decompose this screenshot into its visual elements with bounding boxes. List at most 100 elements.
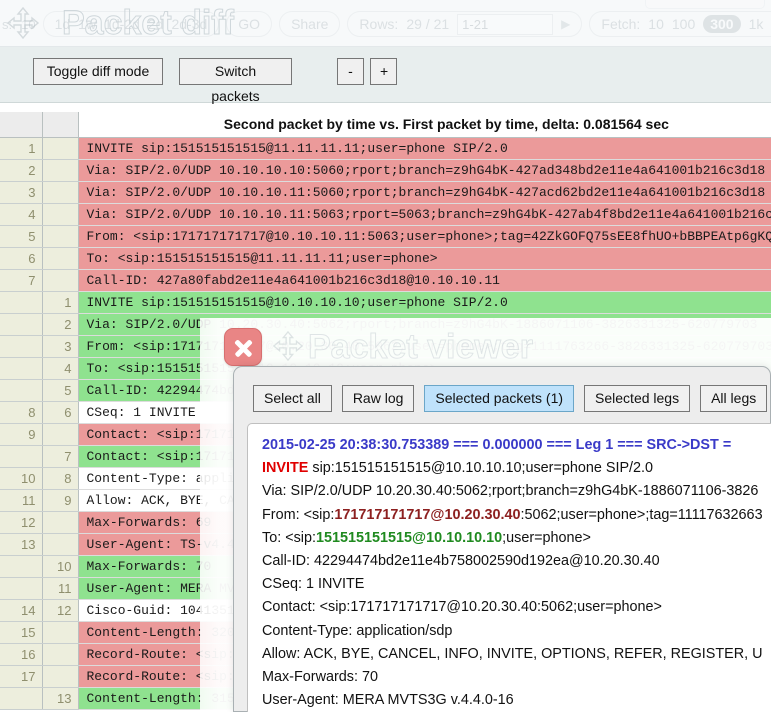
viewer-move-icon[interactable] (272, 330, 304, 362)
header-gutter-left (0, 112, 42, 137)
range-option-1d-2d[interactable]: 1d-2d (104, 16, 140, 32)
from-host: 10.20.30.40 (444, 507, 520, 523)
packet-to-header: To: <sip:151515151515@10.10.10.10;user=p… (262, 527, 771, 550)
row-number-right: 12 (42, 599, 78, 621)
rows-next-icon[interactable]: ▶ (561, 17, 570, 31)
header-gutter-right (42, 112, 78, 137)
from-at: @ (430, 507, 444, 523)
row-number-left: 4 (0, 203, 42, 225)
table-row[interactable]: 3From: <sip:171717171717@10.20.30.40:506… (0, 335, 771, 357)
row-number-right (42, 137, 78, 159)
from-rest: :5062;user=phone>;tag=11117632663 (521, 507, 763, 523)
rows-control[interactable]: Rows: 29 / 21 1-21 ▶ (347, 11, 582, 37)
table-row[interactable]: 5 From: <sip:171717171717@10.10.10.11:506… (0, 225, 771, 247)
row-number-left (0, 335, 42, 357)
table-row[interactable]: 6 To: <sip:151515151515@11.11.11.11;user=… (0, 247, 771, 269)
row-number-right: 8 (42, 467, 78, 489)
range-option-2d[interactable]: 2d (148, 16, 164, 32)
zoom-out-button[interactable]: - (337, 58, 364, 85)
table-row[interactable]: 2 Via: SIP/2.0/UDP 10.10.10.10:5060;rport… (0, 159, 771, 181)
range-option-1w[interactable]: 1w (78, 16, 96, 32)
row-number-left: 5 (0, 225, 42, 247)
row-number-right (42, 511, 78, 533)
range-option-1d[interactable]: 1d (55, 16, 71, 32)
table-row[interactable]: 3Via: SIP/2.0/UDP 10.10.10.11:5060;rport… (0, 181, 771, 203)
diff-line-del[interactable]: Via: SIP/2.0/UDP 10.10.10.10:5060;rport;… (78, 159, 771, 181)
row-number-left: 1 (0, 137, 42, 159)
move-icon[interactable] (6, 6, 40, 40)
close-icon[interactable] (224, 328, 262, 366)
from-prefix: From: <sip: (262, 507, 334, 523)
to-prefix: To: <sip: (262, 530, 316, 546)
row-number-left (0, 577, 42, 599)
row-number-left: 11 (0, 489, 42, 511)
row-number-left (0, 445, 42, 467)
viewer-tab-all-legs[interactable]: All legs (700, 385, 767, 412)
viewer-tab-selected-packets-1[interactable]: Selected packets (1) (424, 385, 574, 412)
diff-line-del[interactable]: Via: SIP/2.0/UDP 10.10.10.11:5060;rport;… (78, 181, 771, 203)
row-number-right: 9 (42, 489, 78, 511)
go-button-label: GO (238, 16, 260, 32)
row-number-left: 16 (0, 643, 42, 665)
fetch-option-10[interactable]: 10 (648, 16, 664, 32)
row-number-right (42, 159, 78, 181)
row-number-left: 8 (0, 401, 42, 423)
rows-range-input[interactable]: 1-21 (457, 14, 553, 35)
rows-value: 29 / 21 (406, 16, 449, 32)
diff-line-del[interactable]: Call-ID: 427a80fabd2e11e4a641001b216c3d1… (78, 269, 771, 291)
viewer-tab-select-all[interactable]: Select all (253, 385, 332, 412)
table-row[interactable]: 1 INVITE sip:151515151515@11.11.11.11;use… (0, 137, 771, 159)
packet-contact-header: Contact: <sip:171717171717@10.20.30.40:5… (262, 596, 771, 619)
row-number-right (42, 225, 78, 247)
row-number-left: 2 (0, 159, 42, 181)
range-selector[interactable]: 1d 1w 1d-2d 2d 2d-3d (43, 11, 220, 37)
row-number-left: 6 (0, 247, 42, 269)
share-button[interactable]: Share (279, 11, 340, 37)
row-number-right (42, 643, 78, 665)
row-number-right (42, 203, 78, 225)
packet-meta-line: 2015-02-25 20:38:30.753389 === 0.000000 … (262, 434, 771, 457)
diff-line-del[interactable]: To: <sip:151515151515@11.11.11.11;user=p… (78, 247, 771, 269)
row-number-left (0, 291, 42, 313)
row-number-right: 13 (42, 687, 78, 709)
rows-label: Rows: (359, 16, 398, 32)
fetch-option-1k[interactable]: 1k (749, 16, 764, 32)
go-button[interactable]: GO (226, 11, 272, 37)
fetch-option-100[interactable]: 100 (672, 16, 695, 32)
table-row[interactable]: 4 Via: SIP/2.0/UDP 10.10.10.11:5063;rport… (0, 203, 771, 225)
table-row[interactable]: 2Via: SIP/2.0/UDP 10.20.30.40:5062;rport… (0, 313, 771, 335)
row-number-left (0, 555, 42, 577)
row-number-left: 13 (0, 533, 42, 555)
from-user: 171717171717 (334, 507, 430, 523)
packet-user-agent-header: User-Agent: MERA MVTS3G v.4.4.0-16 (262, 689, 771, 712)
row-number-left: 9 (0, 423, 42, 445)
toggle-diff-mode-button[interactable]: Toggle diff mode (33, 58, 163, 85)
table-row[interactable]: 7 Call-ID: 427a80fabd2e11e4a641001b216c3d… (0, 269, 771, 291)
fetch-option-300[interactable]: 300 (703, 15, 740, 33)
diff-line-del[interactable]: Via: SIP/2.0/UDP 10.10.10.11:5063;rport=… (78, 203, 771, 225)
fetch-control[interactable]: Fetch: 10 100 300 1k Fil (589, 11, 771, 37)
row-number-left: 7 (0, 269, 42, 291)
top-toolbar: s: 10 1d 1w 1d-2d 2d 2d-3d GO Share Rows… (0, 0, 771, 47)
diff-line-del[interactable]: From: <sip:171717171717@10.10.10.11:5063… (78, 225, 771, 247)
packet-callid-header: Call-ID: 42294474bd2e11e4b758002590d192e… (262, 550, 771, 573)
range-option-2d-3d[interactable]: 2d-3d (171, 16, 207, 32)
table-row[interactable]: 1INVITE sip:151515151515@10.10.10.10;use… (0, 291, 771, 313)
to-user: 151515151515 (316, 530, 412, 546)
diff-line-ins[interactable]: Via: SIP/2.0/UDP 10.20.30.40:5062;rport;… (78, 313, 771, 335)
row-number-left (0, 687, 42, 709)
row-number-right: 11 (42, 577, 78, 599)
zoom-in-button[interactable]: + (370, 58, 397, 85)
packet-viewer-content[interactable]: 2015-02-25 20:38:30.753389 === 0.000000 … (247, 423, 771, 712)
packet-max-forwards-header: Max-Forwards: 70 (262, 666, 771, 689)
diff-line-ins[interactable]: INVITE sip:151515151515@10.10.10.10;user… (78, 291, 771, 313)
packet-request-line: INVITE sip:151515151515@10.10.10.10;user… (262, 457, 771, 480)
diff-line-del[interactable]: INVITE sip:151515151515@11.11.11.11;user… (78, 137, 771, 159)
row-number-right: 4 (42, 357, 78, 379)
diff-line-ins[interactable]: From: <sip:171717171717@10.20.30.40:5062… (78, 335, 771, 357)
diff-header-row: Second packet by time vs. First packet b… (0, 112, 771, 137)
viewer-tab-raw-log[interactable]: Raw log (342, 385, 415, 412)
to-at: @ (412, 530, 426, 546)
switch-packets-button[interactable]: Switch packets (179, 58, 292, 85)
viewer-tab-selected-legs[interactable]: Selected legs (584, 385, 690, 412)
